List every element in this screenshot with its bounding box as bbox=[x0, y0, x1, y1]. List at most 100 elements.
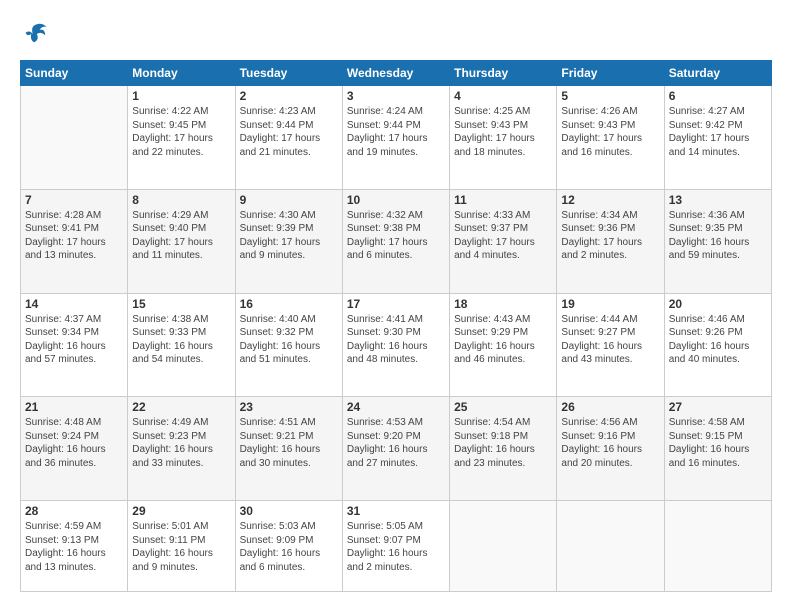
weekday-saturday: Saturday bbox=[664, 61, 771, 86]
calendar-cell bbox=[664, 501, 771, 592]
day-number: 3 bbox=[347, 89, 445, 103]
day-number: 13 bbox=[669, 193, 767, 207]
day-info: Sunrise: 4:40 AM Sunset: 9:32 PM Dayligh… bbox=[240, 313, 338, 367]
calendar-cell bbox=[21, 86, 128, 190]
day-number: 1 bbox=[132, 89, 230, 103]
day-info: Sunrise: 4:49 AM Sunset: 9:23 PM Dayligh… bbox=[132, 416, 230, 470]
week-row-2: 7 Sunrise: 4:28 AM Sunset: 9:41 PM Daylig… bbox=[21, 189, 772, 293]
calendar-cell: 17 Sunrise: 4:41 AM Sunset: 9:30 PM Dayli… bbox=[342, 293, 449, 397]
calendar-cell: 11 Sunrise: 4:33 AM Sunset: 9:37 PM Dayli… bbox=[450, 189, 557, 293]
header bbox=[20, 20, 772, 48]
calendar-cell: 3 Sunrise: 4:24 AM Sunset: 9:44 PM Daylig… bbox=[342, 86, 449, 190]
day-number: 29 bbox=[132, 504, 230, 518]
week-row-1: 1 Sunrise: 4:22 AM Sunset: 9:45 PM Daylig… bbox=[21, 86, 772, 190]
day-number: 27 bbox=[669, 400, 767, 414]
day-info: Sunrise: 4:48 AM Sunset: 9:24 PM Dayligh… bbox=[25, 416, 123, 470]
calendar-cell: 29 Sunrise: 5:01 AM Sunset: 9:11 PM Dayli… bbox=[128, 501, 235, 592]
day-number: 18 bbox=[454, 297, 552, 311]
day-info: Sunrise: 5:01 AM Sunset: 9:11 PM Dayligh… bbox=[132, 520, 230, 574]
day-number: 8 bbox=[132, 193, 230, 207]
day-number: 9 bbox=[240, 193, 338, 207]
weekday-sunday: Sunday bbox=[21, 61, 128, 86]
day-info: Sunrise: 4:27 AM Sunset: 9:42 PM Dayligh… bbox=[669, 105, 767, 159]
calendar-cell: 2 Sunrise: 4:23 AM Sunset: 9:44 PM Daylig… bbox=[235, 86, 342, 190]
day-info: Sunrise: 4:28 AM Sunset: 9:41 PM Dayligh… bbox=[25, 209, 123, 263]
logo bbox=[20, 20, 52, 48]
weekday-header-row: SundayMondayTuesdayWednesdayThursdayFrid… bbox=[21, 61, 772, 86]
calendar-cell: 12Sunrise: 4:34 AM Sunset: 9:36 PM Dayli… bbox=[557, 189, 664, 293]
weekday-tuesday: Tuesday bbox=[235, 61, 342, 86]
day-number: 28 bbox=[25, 504, 123, 518]
day-number: 23 bbox=[240, 400, 338, 414]
calendar-cell: 14 Sunrise: 4:37 AM Sunset: 9:34 PM Dayli… bbox=[21, 293, 128, 397]
day-info: Sunrise: 5:05 AM Sunset: 9:07 PM Dayligh… bbox=[347, 520, 445, 574]
weekday-monday: Monday bbox=[128, 61, 235, 86]
day-info: Sunrise: 4:58 AM Sunset: 9:15 PM Dayligh… bbox=[669, 416, 767, 470]
logo-icon bbox=[20, 20, 48, 48]
day-number: 2 bbox=[240, 89, 338, 103]
calendar-cell bbox=[557, 501, 664, 592]
day-number: 4 bbox=[454, 89, 552, 103]
day-info: Sunrise: 4:24 AM Sunset: 9:44 PM Dayligh… bbox=[347, 105, 445, 159]
day-info: Sunrise: 4:22 AM Sunset: 9:45 PM Dayligh… bbox=[132, 105, 230, 159]
day-info: Sunrise: 4:23 AM Sunset: 9:44 PM Dayligh… bbox=[240, 105, 338, 159]
week-row-5: 28 Sunrise: 4:59 AM Sunset: 9:13 PM Dayli… bbox=[21, 501, 772, 592]
calendar-cell: 25 Sunrise: 4:54 AM Sunset: 9:18 PM Dayli… bbox=[450, 397, 557, 501]
day-number: 11 bbox=[454, 193, 552, 207]
day-info: Sunrise: 4:56 AM Sunset: 9:16 PM Dayligh… bbox=[561, 416, 659, 470]
calendar-cell: 6 Sunrise: 4:27 AM Sunset: 9:42 PM Daylig… bbox=[664, 86, 771, 190]
calendar-cell bbox=[450, 501, 557, 592]
calendar-cell: 31 Sunrise: 5:05 AM Sunset: 9:07 PM Dayli… bbox=[342, 501, 449, 592]
day-info: Sunrise: 4:43 AM Sunset: 9:29 PM Dayligh… bbox=[454, 313, 552, 367]
day-info: Sunrise: 4:51 AM Sunset: 9:21 PM Dayligh… bbox=[240, 416, 338, 470]
calendar-cell: 20 Sunrise: 4:46 AM Sunset: 9:26 PM Dayli… bbox=[664, 293, 771, 397]
calendar-cell: 4Sunrise: 4:25 AM Sunset: 9:43 PM Daylig… bbox=[450, 86, 557, 190]
day-info: Sunrise: 4:59 AM Sunset: 9:13 PM Dayligh… bbox=[25, 520, 123, 574]
day-info: Sunrise: 4:34 AM Sunset: 9:36 PM Dayligh… bbox=[561, 209, 659, 263]
day-number: 30 bbox=[240, 504, 338, 518]
day-number: 7 bbox=[25, 193, 123, 207]
calendar-cell: 10 Sunrise: 4:32 AM Sunset: 9:38 PM Dayli… bbox=[342, 189, 449, 293]
calendar: SundayMondayTuesdayWednesdayThursdayFrid… bbox=[20, 60, 772, 592]
calendar-cell: 18 Sunrise: 4:43 AM Sunset: 9:29 PM Dayli… bbox=[450, 293, 557, 397]
calendar-cell: 21Sunrise: 4:48 AM Sunset: 9:24 PM Dayli… bbox=[21, 397, 128, 501]
calendar-cell: 8 Sunrise: 4:29 AM Sunset: 9:40 PM Daylig… bbox=[128, 189, 235, 293]
day-number: 14 bbox=[25, 297, 123, 311]
day-info: Sunrise: 4:44 AM Sunset: 9:27 PM Dayligh… bbox=[561, 313, 659, 367]
day-number: 10 bbox=[347, 193, 445, 207]
calendar-cell: 23 Sunrise: 4:51 AM Sunset: 9:21 PM Dayli… bbox=[235, 397, 342, 501]
day-info: Sunrise: 4:33 AM Sunset: 9:37 PM Dayligh… bbox=[454, 209, 552, 263]
day-info: Sunrise: 4:29 AM Sunset: 9:40 PM Dayligh… bbox=[132, 209, 230, 263]
day-info: Sunrise: 4:26 AM Sunset: 9:43 PM Dayligh… bbox=[561, 105, 659, 159]
calendar-cell: 9 Sunrise: 4:30 AM Sunset: 9:39 PM Daylig… bbox=[235, 189, 342, 293]
day-number: 5 bbox=[561, 89, 659, 103]
day-info: Sunrise: 5:03 AM Sunset: 9:09 PM Dayligh… bbox=[240, 520, 338, 574]
day-info: Sunrise: 4:37 AM Sunset: 9:34 PM Dayligh… bbox=[25, 313, 123, 367]
day-number: 26 bbox=[561, 400, 659, 414]
day-info: Sunrise: 4:30 AM Sunset: 9:39 PM Dayligh… bbox=[240, 209, 338, 263]
day-number: 17 bbox=[347, 297, 445, 311]
day-number: 24 bbox=[347, 400, 445, 414]
day-number: 19 bbox=[561, 297, 659, 311]
calendar-cell: 13Sunrise: 4:36 AM Sunset: 9:35 PM Dayli… bbox=[664, 189, 771, 293]
calendar-cell: 22 Sunrise: 4:49 AM Sunset: 9:23 PM Dayli… bbox=[128, 397, 235, 501]
day-info: Sunrise: 4:54 AM Sunset: 9:18 PM Dayligh… bbox=[454, 416, 552, 470]
calendar-cell: 28 Sunrise: 4:59 AM Sunset: 9:13 PM Dayli… bbox=[21, 501, 128, 592]
calendar-cell: 24 Sunrise: 4:53 AM Sunset: 9:20 PM Dayli… bbox=[342, 397, 449, 501]
day-number: 31 bbox=[347, 504, 445, 518]
weekday-wednesday: Wednesday bbox=[342, 61, 449, 86]
calendar-cell: 15Sunrise: 4:38 AM Sunset: 9:33 PM Dayli… bbox=[128, 293, 235, 397]
day-number: 16 bbox=[240, 297, 338, 311]
day-info: Sunrise: 4:38 AM Sunset: 9:33 PM Dayligh… bbox=[132, 313, 230, 367]
day-info: Sunrise: 4:46 AM Sunset: 9:26 PM Dayligh… bbox=[669, 313, 767, 367]
day-info: Sunrise: 4:53 AM Sunset: 9:20 PM Dayligh… bbox=[347, 416, 445, 470]
day-number: 25 bbox=[454, 400, 552, 414]
day-number: 20 bbox=[669, 297, 767, 311]
day-number: 6 bbox=[669, 89, 767, 103]
calendar-cell: 16 Sunrise: 4:40 AM Sunset: 9:32 PM Dayli… bbox=[235, 293, 342, 397]
day-info: Sunrise: 4:32 AM Sunset: 9:38 PM Dayligh… bbox=[347, 209, 445, 263]
calendar-cell: 30 Sunrise: 5:03 AM Sunset: 9:09 PM Dayli… bbox=[235, 501, 342, 592]
calendar-cell: 5 Sunrise: 4:26 AM Sunset: 9:43 PM Daylig… bbox=[557, 86, 664, 190]
day-info: Sunrise: 4:41 AM Sunset: 9:30 PM Dayligh… bbox=[347, 313, 445, 367]
day-number: 22 bbox=[132, 400, 230, 414]
